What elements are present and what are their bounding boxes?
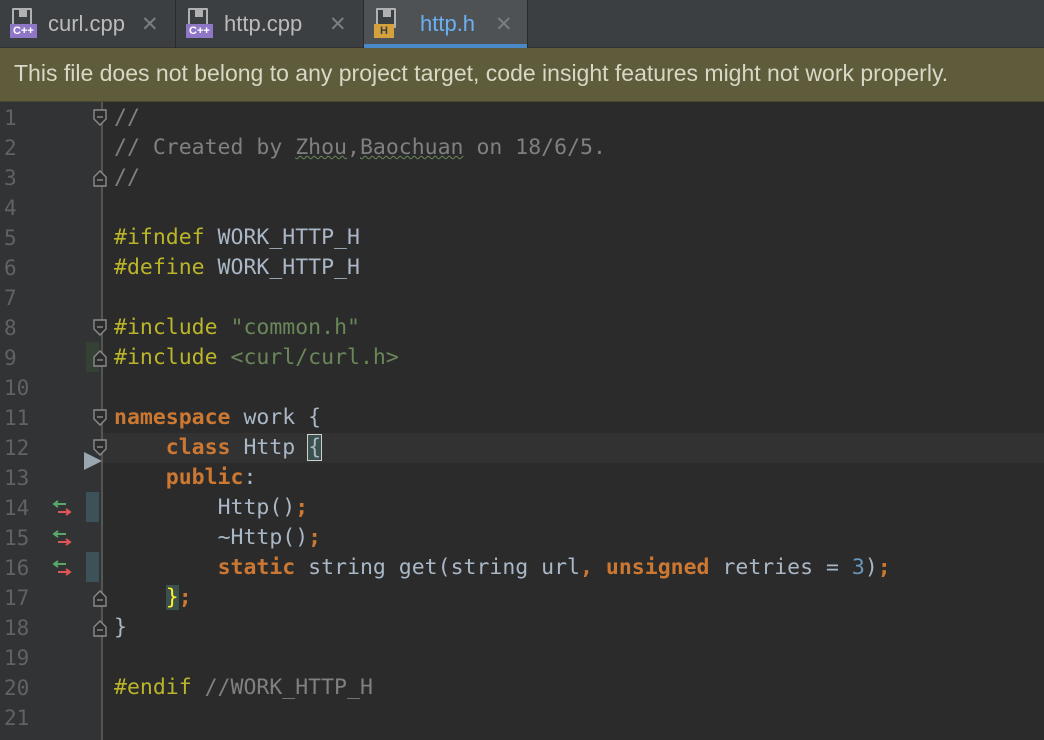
- line-number[interactable]: 21: [4, 703, 34, 733]
- tab-http-h[interactable]: H http.h ✕: [364, 0, 528, 48]
- go-to-implementation-icon[interactable]: [52, 559, 72, 577]
- code-line[interactable]: Http();: [114, 493, 309, 523]
- line-number[interactable]: 7: [4, 283, 34, 313]
- banner-text: This file does not belong to any project…: [14, 60, 949, 86]
- line-number[interactable]: 18: [4, 613, 34, 643]
- code-line[interactable]: #ifndef WORK_HTTP_H: [114, 223, 360, 253]
- code-line[interactable]: class Http {: [114, 433, 323, 463]
- code-line[interactable]: namespace work {: [114, 403, 321, 433]
- line-number[interactable]: 13: [4, 463, 34, 493]
- fold-end-icon[interactable]: [93, 589, 107, 607]
- code-line[interactable]: #endif //WORK_HTTP_H: [114, 673, 373, 703]
- tab-http-cpp[interactable]: C++ http.cpp ✕: [176, 0, 364, 48]
- code-line[interactable]: static string get(string url, unsigned r…: [114, 553, 891, 583]
- close-icon[interactable]: ✕: [329, 11, 347, 37]
- line-number[interactable]: 2: [4, 133, 34, 163]
- line-number[interactable]: 16: [4, 553, 34, 583]
- code-line[interactable]: //: [114, 163, 140, 193]
- line-number[interactable]: 17: [4, 583, 34, 613]
- tab-label: http.h: [420, 11, 476, 36]
- code-line[interactable]: // Created by Zhou,Baochuan on 18/6/5.: [114, 133, 606, 163]
- line-number[interactable]: 8: [4, 313, 34, 343]
- project-target-warning-banner: This file does not belong to any project…: [0, 48, 1044, 102]
- tab-label: curl.cpp: [48, 11, 126, 36]
- line-number[interactable]: 1: [4, 103, 34, 133]
- code-line[interactable]: }: [114, 613, 127, 643]
- line-number[interactable]: 11: [4, 403, 34, 433]
- code-line[interactable]: public:: [114, 463, 257, 493]
- vcs-changed-line-marker[interactable]: [86, 492, 99, 522]
- go-to-implementation-icon[interactable]: [52, 529, 72, 547]
- code-line[interactable]: #include "common.h": [114, 313, 360, 343]
- cpp-file-icon: C++: [10, 8, 40, 40]
- code-line[interactable]: //: [114, 103, 140, 133]
- close-icon[interactable]: ✕: [141, 11, 159, 37]
- header-file-icon: H: [374, 8, 404, 40]
- close-icon[interactable]: ✕: [495, 11, 513, 37]
- code-line[interactable]: #include <curl/curl.h>: [114, 343, 399, 373]
- fold-end-icon[interactable]: [93, 349, 107, 367]
- fold-end-icon[interactable]: [93, 169, 107, 187]
- line-number[interactable]: 15: [4, 523, 34, 553]
- go-to-implementation-icon[interactable]: [52, 499, 72, 517]
- fold-start-icon[interactable]: [93, 409, 107, 427]
- fold-start-icon[interactable]: [93, 439, 107, 457]
- line-number[interactable]: 3: [4, 163, 34, 193]
- tab-label: http.cpp: [224, 11, 303, 36]
- vcs-changed-line-marker[interactable]: [86, 552, 99, 582]
- line-number[interactable]: 9: [4, 343, 34, 373]
- cpp-file-icon: C++: [186, 8, 216, 40]
- code-line[interactable]: #define WORK_HTTP_H: [114, 253, 360, 283]
- text-caret-brace: {: [307, 434, 323, 461]
- code-line[interactable]: };: [114, 583, 192, 613]
- fold-end-icon[interactable]: [93, 619, 107, 637]
- fold-start-icon[interactable]: [93, 319, 107, 337]
- code-line[interactable]: ~Http();: [114, 523, 322, 553]
- line-number[interactable]: 12: [4, 433, 34, 463]
- fold-start-icon[interactable]: [93, 109, 107, 127]
- line-number[interactable]: 14: [4, 493, 34, 523]
- matched-brace: }: [165, 585, 179, 610]
- line-number[interactable]: 4: [4, 193, 34, 223]
- line-number[interactable]: 10: [4, 373, 34, 403]
- line-number[interactable]: 19: [4, 643, 34, 673]
- line-number[interactable]: 6: [4, 253, 34, 283]
- line-number[interactable]: 20: [4, 673, 34, 703]
- editor-tab-bar: C++ curl.cpp ✕ C++ http.cpp ✕ H http.h ✕: [0, 0, 1044, 48]
- tab-curl-cpp[interactable]: C++ curl.cpp ✕: [0, 0, 176, 48]
- line-number[interactable]: 5: [4, 223, 34, 253]
